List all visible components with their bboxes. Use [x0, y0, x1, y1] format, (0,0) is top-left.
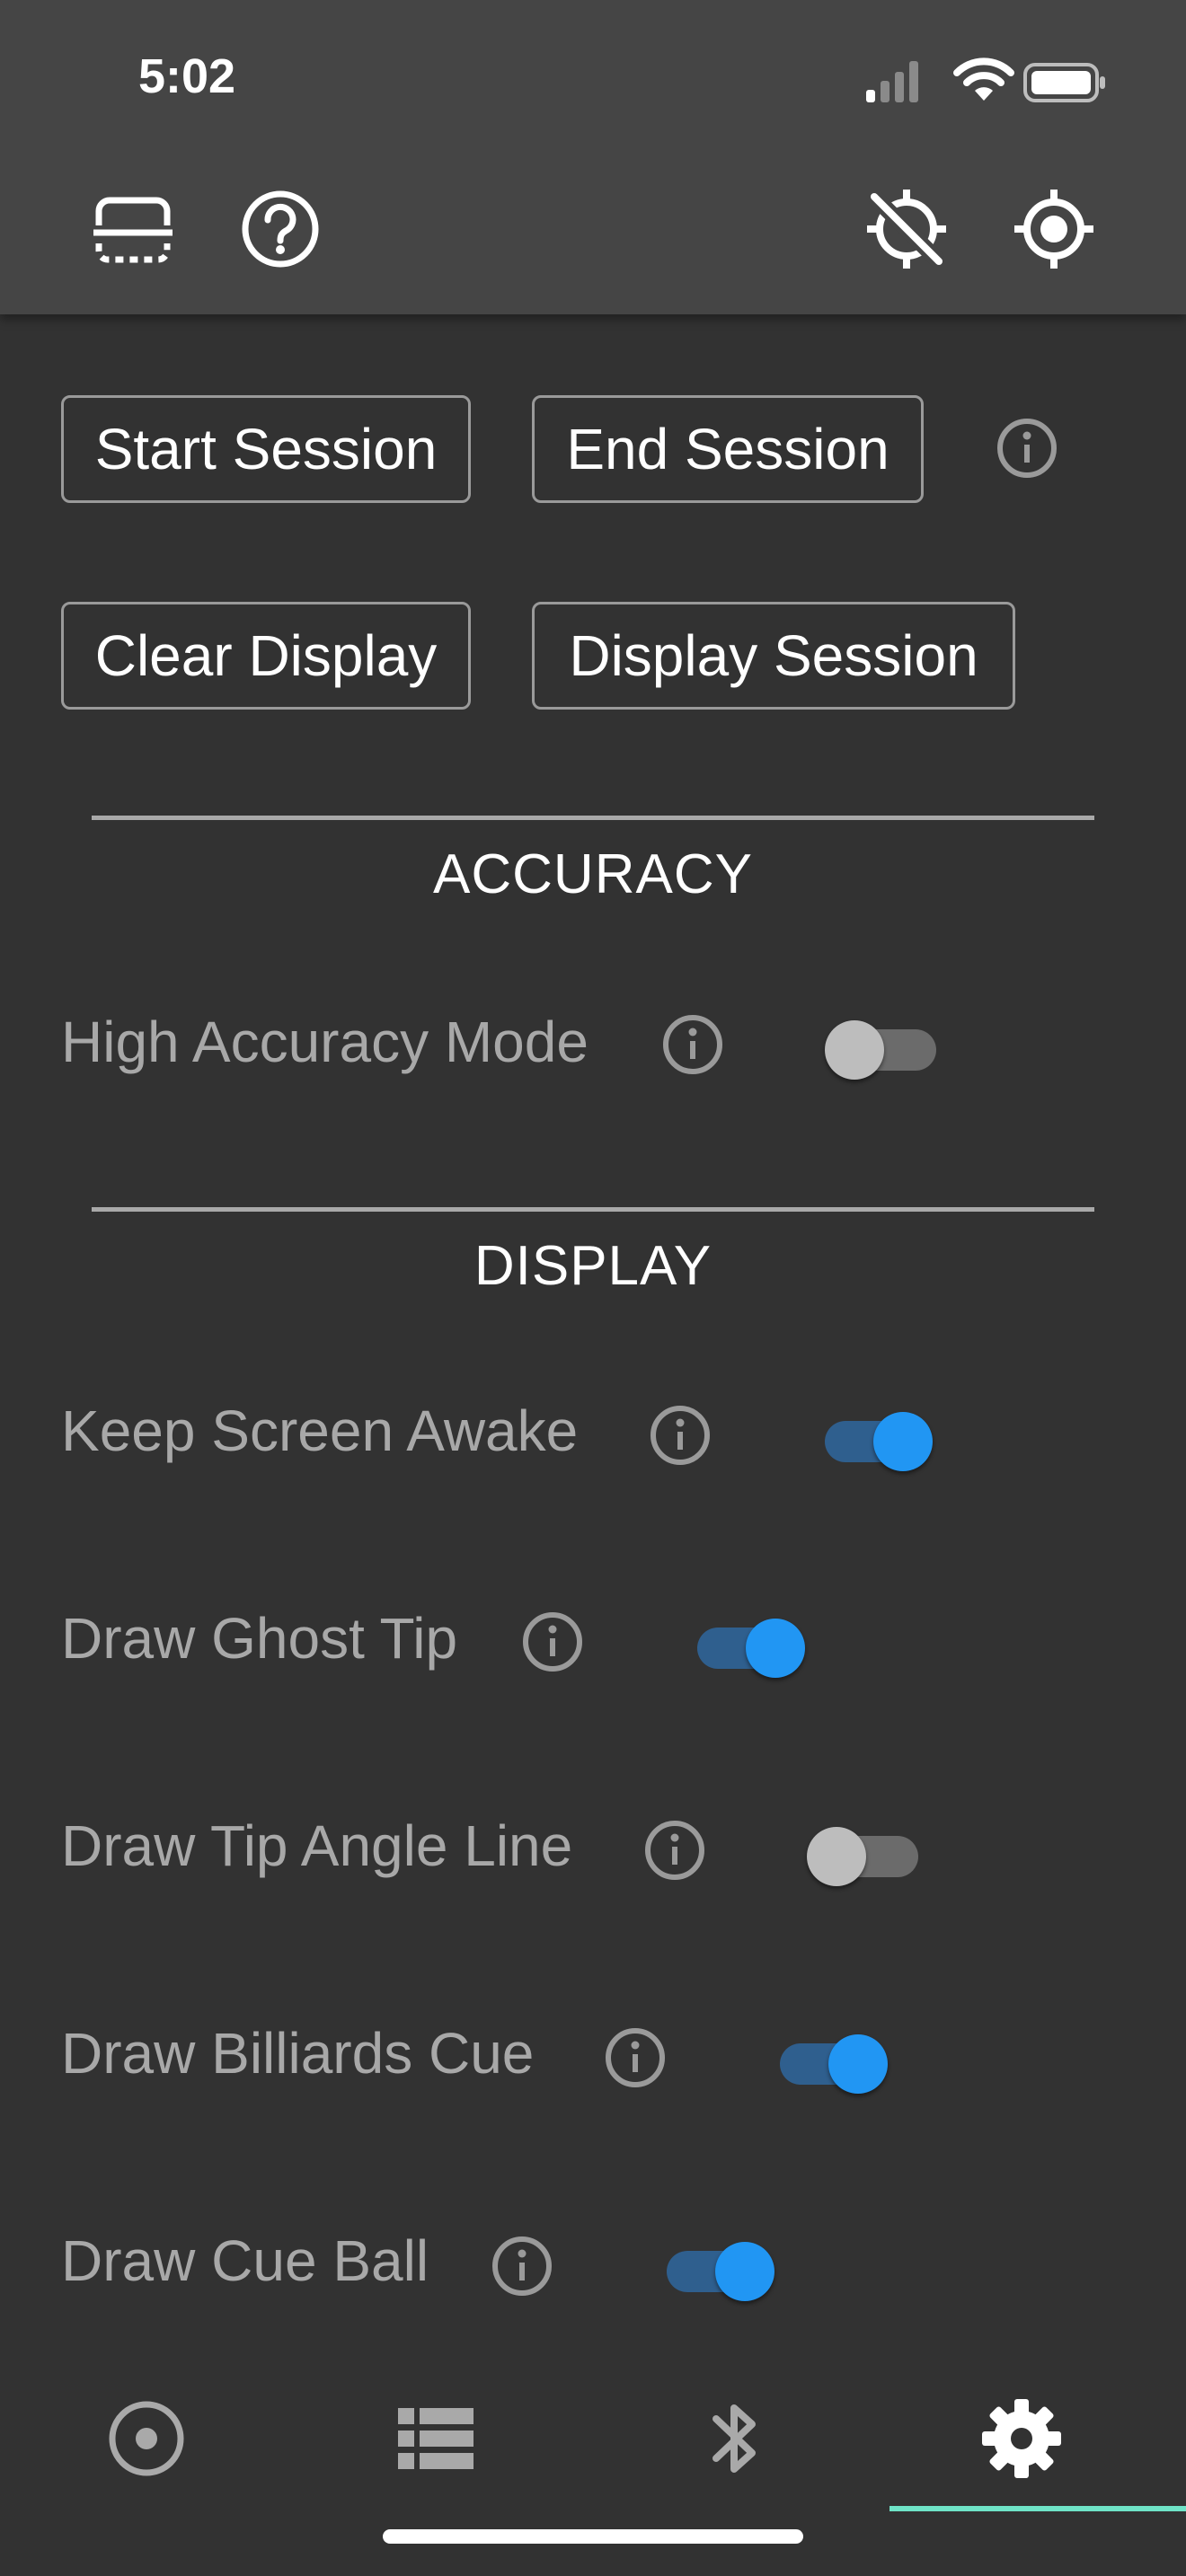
start-session-button[interactable]: Start Session	[61, 395, 471, 503]
draw-billiards-cue-toggle[interactable]	[774, 2022, 888, 2094]
nav-item-list[interactable]	[296, 2353, 593, 2524]
location-off-button[interactable]	[857, 180, 956, 278]
toggle-knob	[715, 2242, 774, 2301]
toggle-knob	[828, 2034, 888, 2094]
nav-item-target[interactable]	[0, 2353, 296, 2524]
nav-item-bluetooth[interactable]	[593, 2353, 890, 2524]
draw-cue-ball-toggle[interactable]	[661, 2229, 774, 2301]
toggle-knob	[746, 1619, 805, 1678]
clear-display-button[interactable]: Clear Display	[61, 602, 471, 710]
display-divider	[92, 1207, 1094, 1212]
draw-tip-angle-line-toggle[interactable]	[807, 1814, 920, 1886]
scan-frame-button[interactable]	[86, 185, 180, 275]
session-info-icon[interactable]	[996, 417, 1058, 480]
setting-label: Draw Cue Ball	[61, 2228, 429, 2293]
high-accuracy-mode-toggle[interactable]	[825, 1008, 938, 1080]
location-target-button[interactable]	[1005, 180, 1103, 278]
settings-gear-icon	[982, 2399, 1061, 2478]
accuracy-section-title: ACCURACY	[433, 843, 753, 905]
scan-frame-icon	[93, 197, 173, 263]
status-time: 5:02	[138, 49, 236, 103]
setting-label: Draw Tip Angle Line	[61, 1813, 573, 1878]
display-section-title: DISPLAY	[474, 1235, 712, 1297]
draw-tip-angle-line-info-icon[interactable]	[643, 1819, 706, 1882]
toggle-knob	[873, 1412, 933, 1471]
active-tab-indicator	[890, 2506, 1186, 2511]
setting-label: Keep Screen Awake	[61, 1398, 579, 1463]
target-icon	[109, 2401, 184, 2476]
setting-label: Draw Billiards Cue	[61, 2021, 535, 2086]
nav-item-settings[interactable]	[890, 2353, 1186, 2524]
setting-label: Draw Ghost Tip	[61, 1606, 458, 1671]
keep-screen-awake-toggle[interactable]	[819, 1399, 933, 1471]
keep-screen-awake-info-icon[interactable]	[649, 1404, 712, 1467]
help-circle-icon	[242, 190, 319, 268]
toggle-knob	[825, 1020, 884, 1080]
display-session-button[interactable]: Display Session	[532, 602, 1015, 710]
draw-cue-ball-info-icon[interactable]	[491, 2235, 553, 2298]
help-button[interactable]	[235, 180, 325, 278]
top-app-bar: 5:02	[0, 0, 1186, 314]
draw-billiards-cue-info-icon[interactable]	[604, 2026, 667, 2089]
home-indicator	[383, 2529, 803, 2544]
accuracy-divider	[92, 816, 1094, 820]
location-off-icon	[867, 190, 946, 269]
battery-icon	[1023, 63, 1105, 102]
draw-ghost-tip-info-icon[interactable]	[521, 1610, 584, 1673]
cellular-signal-icon	[866, 61, 918, 102]
bluetooth-icon	[712, 2404, 756, 2473]
location-target-icon	[1014, 190, 1093, 269]
draw-ghost-tip-toggle[interactable]	[692, 1606, 805, 1678]
setting-label: High Accuracy Mode	[61, 1010, 589, 1074]
list-icon	[398, 2408, 474, 2469]
settings-screen: 5:02 Start Session End Session Clear Dis…	[0, 0, 1186, 2576]
end-session-button[interactable]: End Session	[532, 395, 924, 503]
toggle-knob	[807, 1827, 866, 1886]
high-accuracy-info-icon[interactable]	[661, 1013, 724, 1076]
wifi-icon	[953, 57, 1014, 101]
